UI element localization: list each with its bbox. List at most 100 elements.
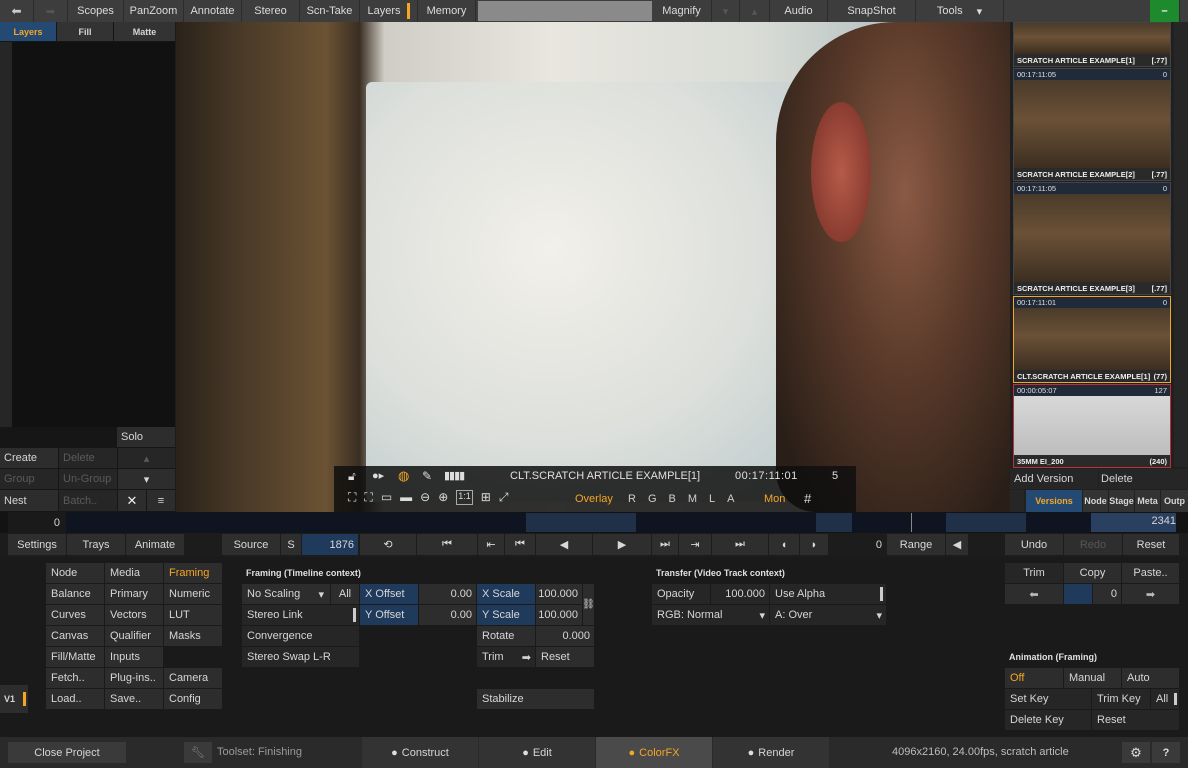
mon-button[interactable]: Mon [764,493,785,505]
nest-button[interactable]: Nest [0,490,58,511]
overlay-button[interactable]: Overlay [575,493,613,505]
move-down-button[interactable]: ▾ [118,469,175,489]
tab-versions[interactable]: Versions [1026,490,1082,512]
playhead[interactable] [911,513,912,532]
create-button[interactable]: Create [0,448,58,468]
snapshot-button[interactable]: SnapShot [828,0,916,22]
back-arrow-button[interactable]: ⬅ [0,0,34,22]
bars-icon[interactable]: ▮▮▮▮ [444,469,465,482]
safe-icon[interactable]: ⛶ [364,490,372,505]
menu-camera[interactable]: Camera [164,668,222,688]
anim-auto-button[interactable]: Auto [1122,668,1179,688]
layers-list[interactable] [12,42,175,427]
tab-edit[interactable]: ● Edit [479,737,595,768]
menu-config[interactable]: Config [164,689,222,709]
frame-field[interactable]: 1876 [302,534,358,555]
tab-colorfx[interactable]: ● ColorFX [596,737,712,768]
menu-inputs[interactable]: Inputs [105,647,163,667]
mark-in-button[interactable]: ◖ [769,534,799,555]
fit-icon[interactable]: ⛶ [348,490,356,505]
tray-scrollbar[interactable] [1174,22,1188,467]
magnify-button[interactable]: Magnify [652,0,712,22]
redo-button[interactable]: Redo [1064,534,1122,555]
expand-icon[interactable]: ⤢ [499,490,509,505]
all-keys-toggle[interactable]: All [1151,689,1179,709]
v1-track-selector[interactable]: V1 [0,685,28,713]
help-icon[interactable]: ? [1152,742,1180,763]
lock-icon[interactable]: 🔓︎ [348,469,356,484]
menu-plugins[interactable]: Plug-ins.. [105,668,163,688]
thumb-5[interactable]: 00:00:05:07 127 35MM EI_200 (240) [1013,384,1171,468]
next-edit-button[interactable]: ⏭ [652,534,678,555]
timeline[interactable]: 0 2341 [0,512,1188,533]
scopes-button[interactable]: Scopes [68,0,124,22]
menu-balance[interactable]: Balance [46,584,104,604]
move-up-button[interactable]: ▴ [118,448,175,468]
memory-button[interactable]: Memory [418,0,476,22]
anim-reset-button[interactable]: Reset [1092,710,1179,730]
stabilize-button[interactable]: Stabilize [477,689,594,709]
gear-icon[interactable]: ⚙ [1122,742,1150,763]
menu-icon[interactable]: ≡ [147,490,175,511]
paste-button[interactable]: Paste.. [1122,563,1179,583]
thumb-2[interactable]: 00:17:11:05 0 SCRATCH ARTICLE EXAMPLE[2] [… [1013,68,1171,181]
x-scale-field[interactable]: 100.000 [536,584,582,604]
close-icon[interactable]: ✕ [118,490,146,511]
tab-fill[interactable]: Fill [57,22,113,41]
mark-out-button[interactable]: ◗ [800,534,828,555]
add-version-button[interactable]: Add Version [1010,469,1098,489]
close-project-button[interactable]: Close Project [8,742,126,763]
grid-icon[interactable]: # [804,491,811,506]
rgb-mode-dropdown[interactable]: RGB: Normal ▾ [652,605,769,625]
menu-masks[interactable]: Masks [164,626,222,646]
timeline-track[interactable] [66,513,1176,532]
copy-slot-value[interactable]: 0 [1093,584,1121,604]
loop-button[interactable]: ⟲ [360,534,416,555]
source-button[interactable]: Source [222,534,280,555]
alpha-mode-dropdown[interactable]: A: Over ▾ [770,605,886,625]
tab-matte[interactable]: Matte [114,22,175,41]
channel-b[interactable]: B [669,493,676,505]
one-to-one-icon[interactable]: 1:1 [456,490,473,505]
tab-construct[interactable]: ● Construct [362,737,478,768]
menu-numeric[interactable]: Numeric [164,584,222,604]
wrench-icon[interactable]: 🔧︎ [184,742,212,763]
scale-link-icon[interactable]: ⛓ [582,584,595,625]
pen-icon[interactable]: ✎ [422,469,432,483]
menu-load[interactable]: Load.. [46,689,104,709]
menu-curves[interactable]: Curves [46,605,104,625]
channel-a[interactable]: A [727,493,734,505]
channel-m[interactable]: M [688,493,697,505]
channel-l[interactable]: L [709,493,715,505]
menu-vectors[interactable]: Vectors [105,605,163,625]
layers-scrollbar[interactable] [0,42,12,427]
audio-toggle[interactable]: ◀ [946,534,968,555]
tab-render[interactable]: ● Render [713,737,829,768]
reset-button[interactable]: Reset [1123,534,1179,555]
tab-output[interactable]: Outp [1161,490,1188,512]
go-start-button[interactable]: ⏮ [417,534,477,555]
tab-meta[interactable]: Meta [1135,490,1160,512]
menu-qualifier[interactable]: Qualifier [105,626,163,646]
split-icon[interactable]: ▭ [381,490,392,505]
animate-button[interactable]: Animate [126,534,184,555]
stereo-link-toggle[interactable]: Stereo Link [242,605,359,625]
thumb-1[interactable]: SCRATCH ARTICLE EXAMPLE[1] [.77] [1013,22,1171,67]
forward-arrow-button[interactable]: ➡ [34,0,68,22]
scn-take-button[interactable]: Scn-Take [300,0,360,22]
stereo-swap-button[interactable]: Stereo Swap L-R [242,647,359,667]
previous-button[interactable]: ⬅ [1005,584,1063,604]
record-icon[interactable]: ●▸ [372,469,384,482]
tray-grip[interactable] [1010,490,1024,512]
tab-node[interactable]: Node [1083,490,1108,512]
menu-save[interactable]: Save.. [105,689,163,709]
globe-icon[interactable]: ◍ [398,468,409,484]
menu-primary[interactable]: Primary [105,584,163,604]
anim-off-button[interactable]: Off [1005,668,1063,688]
tab-layers[interactable]: Layers [0,22,56,41]
menu-media[interactable]: Media [105,563,163,583]
menu-framing[interactable]: Framing [164,563,222,583]
copy-button[interactable]: Copy [1064,563,1121,583]
scaling-dropdown[interactable]: No Scaling ▾ [242,584,330,604]
panzoom-button[interactable]: PanZoom [124,0,184,22]
